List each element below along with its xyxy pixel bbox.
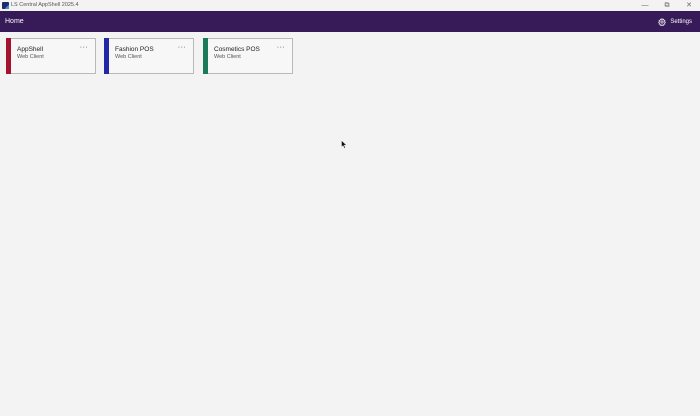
tile-name: Cosmetics POS xyxy=(214,46,260,53)
tile-accent-bar xyxy=(104,38,109,74)
window-title: LS Central AppShell 2025.4 xyxy=(11,2,79,8)
gear-icon xyxy=(658,17,667,26)
tile-fashion-pos[interactable]: Fashion POS Web Client ··· xyxy=(104,38,194,74)
tile-cosmetics-pos[interactable]: Cosmetics POS Web Client ··· xyxy=(203,38,293,74)
tile-name: Fashion POS xyxy=(115,46,154,53)
top-nav-bar: Home Settings xyxy=(0,11,700,32)
tile-accent-bar xyxy=(6,38,11,74)
tile-name: AppShell xyxy=(17,46,44,53)
tile-appshell[interactable]: AppShell Web Client ··· xyxy=(6,38,96,74)
settings-button[interactable]: Settings xyxy=(658,11,692,32)
minimize-button[interactable]: — xyxy=(634,0,656,11)
settings-label: Settings xyxy=(670,18,692,25)
more-options-icon[interactable]: ··· xyxy=(78,44,90,53)
close-button[interactable]: ✕ xyxy=(678,0,700,11)
more-options-icon[interactable]: ··· xyxy=(176,44,188,53)
tile-subtitle: Web Client xyxy=(17,54,44,60)
more-options-icon[interactable]: ··· xyxy=(275,44,287,53)
tile-subtitle: Web Client xyxy=(115,54,142,60)
tile-subtitle: Web Client xyxy=(214,54,241,60)
restore-button[interactable]: ⧉ xyxy=(656,0,678,11)
tile-accent-bar xyxy=(203,38,208,74)
app-logo-icon xyxy=(2,2,9,9)
app-window: LS Central AppShell 2025.4 — ⧉ ✕ Home Se… xyxy=(0,0,700,416)
mouse-pointer-icon xyxy=(341,140,347,149)
title-bar: LS Central AppShell 2025.4 — ⧉ ✕ xyxy=(0,0,700,11)
page-title: Home xyxy=(5,18,24,25)
